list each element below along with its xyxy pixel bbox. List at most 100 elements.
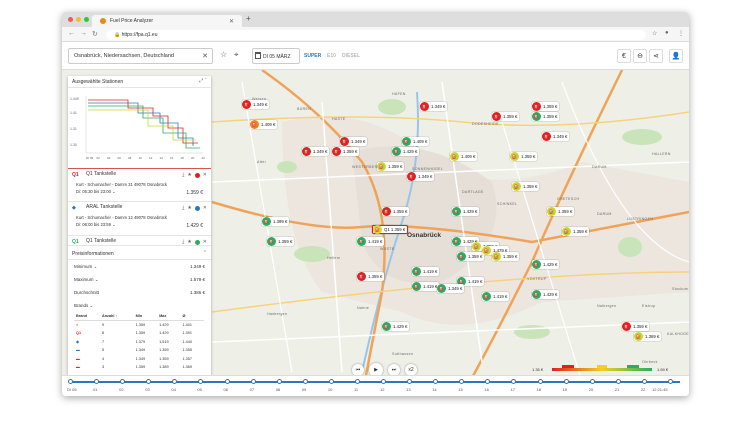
table-header[interactable]: Ø — [180, 312, 204, 321]
euro-icon[interactable]: € — [617, 49, 631, 63]
share-icon[interactable]: ⋖ — [649, 49, 663, 63]
clear-search-icon[interactable]: ✕ — [202, 52, 208, 60]
timeline-tick[interactable] — [563, 379, 569, 384]
favorite-star-icon[interactable]: ☆ — [220, 50, 227, 59]
station-pin[interactable]: ⛽ 1.349 € — [542, 132, 570, 141]
search-input[interactable]: Osnabrück, Niedersachsen, Deutschland ✕ — [68, 48, 213, 64]
timeline-tick[interactable] — [198, 379, 204, 384]
timeline-tick[interactable] — [94, 379, 100, 384]
user-icon[interactable]: 👤 — [669, 49, 683, 63]
station-pin[interactable]: ⛽ 1.409 € — [402, 137, 430, 146]
zoom-icon[interactable]: ⊖ — [633, 49, 647, 63]
station-pin[interactable]: ⛽ 1.349 € — [302, 147, 330, 156]
station-pin[interactable]: ⛽1.359 € — [532, 102, 560, 111]
fuel-diesel-toggle[interactable]: DIESEL — [342, 53, 360, 59]
location-pin-icon[interactable]: ⌖ — [234, 50, 239, 60]
favorite-icon[interactable]: ★ — [187, 205, 191, 211]
station-pin[interactable]: ⛽1.359 € — [512, 182, 540, 191]
table-header[interactable]: Brand — [74, 312, 100, 321]
timeline-tick[interactable] — [668, 379, 673, 384]
timeline-tick[interactable] — [250, 379, 256, 384]
timeline-tick[interactable] — [511, 379, 517, 384]
table-row[interactable]: ▬ 5 1.349 1.359 1.355 — [74, 346, 204, 355]
station-pin[interactable]: ⛽1.359 € — [357, 272, 385, 281]
fuel-e10-toggle[interactable]: E10 — [327, 53, 336, 59]
station-card[interactable]: ◆ ARAL Tankstelle ⤓ ★ ✕ Kurt - Schumache… — [68, 202, 211, 236]
timeline-tick[interactable] — [485, 379, 491, 384]
favorite-icon[interactable]: ★ — [187, 239, 191, 245]
maximize-window-button[interactable] — [84, 17, 89, 22]
station-pin[interactable]: ⛽1.359 € — [492, 112, 520, 121]
collapse-icon[interactable]: ⌃ — [203, 250, 207, 256]
timeline-tick[interactable] — [641, 379, 647, 384]
station-pin[interactable]: ⛽ 1.419 € — [412, 267, 440, 276]
minimize-window-button[interactable] — [76, 17, 81, 22]
table-row[interactable]: ▬ 3 1.359 1.389 1.369 — [74, 363, 204, 372]
station-pin[interactable]: ⛽ 1.419 € — [482, 292, 510, 301]
reload-icon[interactable]: ↻ — [92, 30, 98, 38]
station-pin[interactable]: ⛽ 1.429 € — [532, 260, 560, 269]
table-header[interactable]: Anzahl ↑ — [99, 312, 134, 321]
url-field[interactable]: 🔒 https://fpa.q1.eu — [106, 30, 646, 40]
table-row[interactable]: ▬ 4 1.349 1.359 1.357 — [74, 355, 204, 364]
station-pin[interactable]: ⛽1.359 € — [510, 152, 538, 161]
station-pin[interactable]: ⛽ 1.349 € — [437, 284, 465, 293]
station-pin[interactable]: ⛽ 1.419 € — [357, 237, 385, 246]
station-pin[interactable]: ⛽1.359 € — [457, 252, 485, 261]
favorite-icon[interactable]: ★ — [187, 172, 191, 178]
table-row[interactable]: Q1 8 1.359 1.429 1.391 — [74, 329, 204, 338]
timeline-track[interactable] — [70, 381, 680, 383]
station-pin[interactable]: ⛽1.359 € — [377, 162, 405, 171]
station-pin[interactable]: ⛽ 1.349 € — [340, 137, 368, 146]
station-pin[interactable]: ⛽1.359 € — [547, 207, 575, 216]
selected-station-pin[interactable]: ⛽ Q1 1.359 € — [372, 225, 409, 234]
timeline-tick[interactable] — [433, 379, 439, 384]
timeline-tick[interactable] — [589, 379, 595, 384]
station-pin[interactable]: ⛽ 1.419 € — [412, 282, 440, 291]
station-pin[interactable]: ⛽ 1.429 € — [392, 147, 420, 156]
timeline-tick[interactable] — [120, 379, 126, 384]
timeline-tick[interactable] — [459, 379, 465, 384]
station-pin[interactable]: ⛽1.359 € — [562, 227, 590, 236]
timeline-tick[interactable] — [354, 379, 360, 384]
download-icon[interactable]: ⤓ — [182, 205, 184, 211]
timeline-tick[interactable] — [68, 379, 73, 384]
timeline-tick[interactable] — [276, 379, 282, 384]
remove-icon[interactable]: ✕ — [203, 239, 207, 245]
timeline-tick[interactable] — [146, 379, 152, 384]
station-pin[interactable]: ⛽ 1.399 € — [262, 217, 290, 226]
station-pin[interactable]: ⛽ 1.349 € — [242, 100, 270, 109]
bookmark-star-icon[interactable]: ☆ — [652, 30, 657, 37]
station-pin[interactable]: ⛽ 1.349 € — [407, 172, 435, 181]
close-window-button[interactable] — [68, 17, 73, 22]
station-pin[interactable]: ⛽1.359 € — [622, 322, 650, 331]
table-row[interactable]: ◆ 7 1.379 1.519 1.440 — [74, 338, 204, 347]
timeline-tick[interactable] — [537, 379, 543, 384]
table-row[interactable]: ● 9 1.359 1.429 1.401 — [74, 321, 204, 330]
station-pin[interactable]: ⛽ 1.409 € — [450, 152, 478, 161]
timeline-tick[interactable] — [172, 379, 178, 384]
timeline-tick[interactable] — [615, 379, 621, 384]
station-pin[interactable]: ⛽ 1.369 € — [634, 332, 662, 341]
station-pin[interactable]: ⛽ 1.409 € — [250, 120, 278, 129]
station-pin[interactable]: ⛽1.359 € — [332, 147, 360, 156]
profile-icon[interactable]: ● — [665, 30, 669, 36]
station-card[interactable]: Q1 Q1 Tankstelle ⤓ ★ ✕ — [68, 236, 211, 246]
station-pin[interactable]: ⛽ 1.349 € — [420, 102, 448, 111]
browser-tab[interactable]: Fuel Price Analyzer ✕ — [92, 15, 242, 27]
station-pin[interactable]: ⛽1.359 € — [532, 112, 560, 121]
date-picker[interactable]: DI 05 MÄRZ — [252, 48, 300, 64]
expand-collapse-icon[interactable]: ⤢ ⌃ — [199, 78, 207, 84]
timeline-tick[interactable] — [224, 379, 230, 384]
station-pin[interactable]: ⛽ 1.429 € — [452, 207, 480, 216]
brands-toggle[interactable]: Brands ⌄ — [68, 299, 211, 312]
timeline-tick[interactable] — [381, 379, 387, 384]
fuel-super-toggle[interactable]: SUPER — [304, 53, 321, 59]
remove-icon[interactable]: ✕ — [203, 172, 207, 178]
station-pin[interactable]: ⛽ 1.429 € — [532, 290, 560, 299]
timeline-tick[interactable] — [302, 379, 308, 384]
forward-icon[interactable]: → — [80, 30, 87, 37]
table-header[interactable]: Max — [157, 312, 181, 321]
timeline[interactable]: DI 05 01 02 03 04 05 06 07 08 09 10 11 12 13 14 15 16 17 1… — [62, 375, 689, 396]
station-card[interactable]: Q1 Q1 Tankstelle ⤓ ★ ✕ Kurt - Schumacher… — [68, 168, 211, 202]
